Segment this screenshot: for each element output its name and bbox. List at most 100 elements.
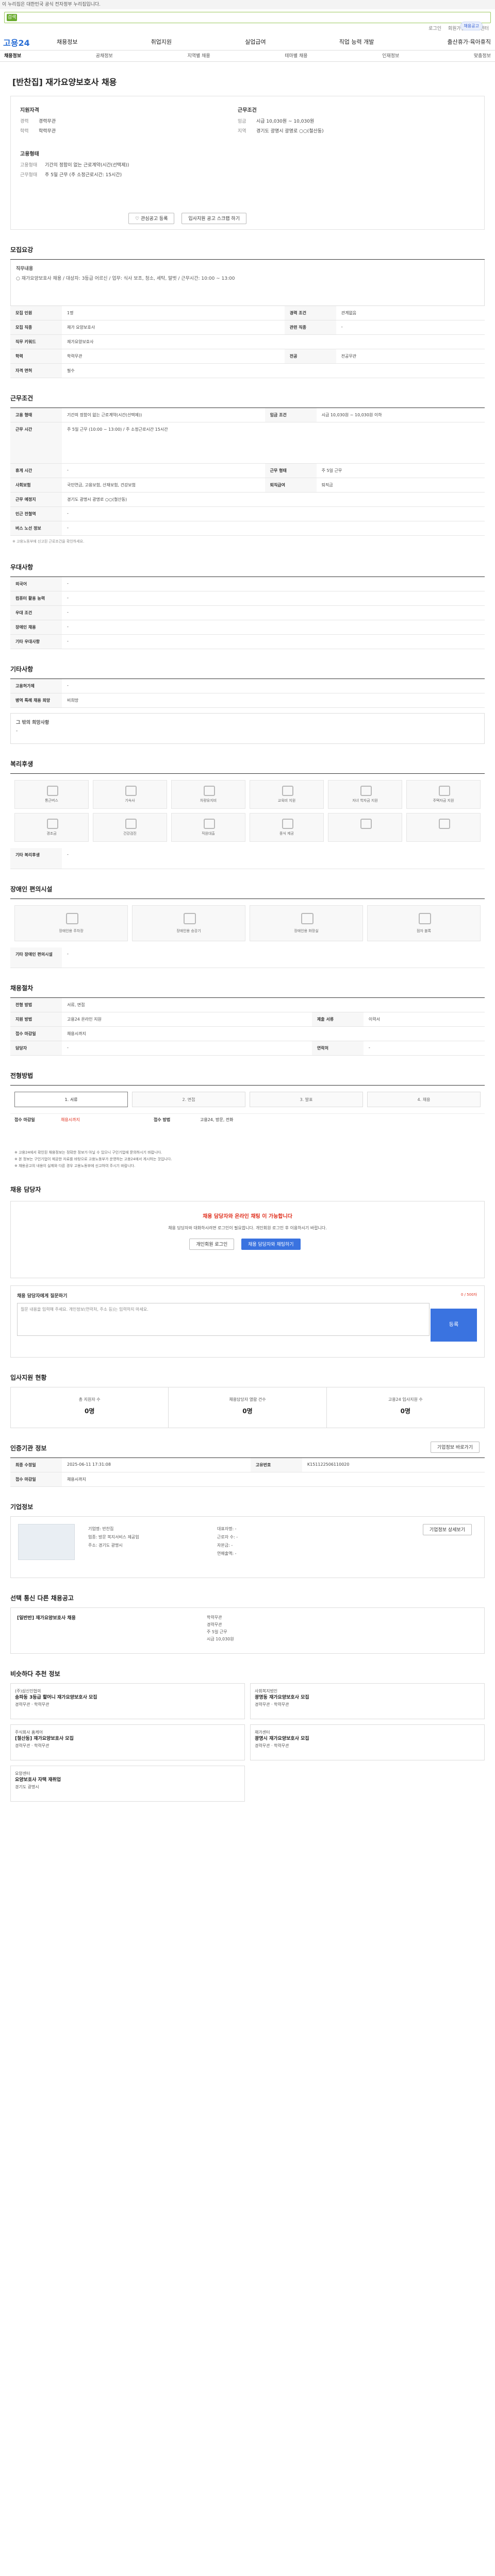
company-detail-button[interactable]: 기업정보 상세보기 <box>422 1524 472 1535</box>
search-input[interactable]: 검색 <box>4 12 491 23</box>
ask-textarea[interactable]: 질문 내용을 입력해 주세요. 개인정보(연락처, 주소 등)는 입력하지 마세… <box>17 1303 430 1336</box>
company-lines2: 대표자명: - 근로자 수: - 자본금: - 연매출액: - <box>217 1525 238 1558</box>
rec-title[interactable]: 광명시 재가요양보호사 모집 <box>255 1736 480 1742</box>
kv-key: 직무 키워드 <box>10 334 62 349</box>
section-title-steps: 전형방법 <box>10 1072 34 1079</box>
welfare-item: 기숙사 <box>93 780 167 809</box>
job-card-meta: 학력무관 경력무관 주 5일 근무 시급 10,030원 <box>207 1614 234 1643</box>
welfare-item: 건강검진 <box>93 813 167 842</box>
steps-extra2-title: 접수 방법 <box>154 1117 171 1122</box>
rec-title[interactable]: 요양보호사 자택 재취업 <box>15 1777 240 1784</box>
notice-list: ※ 고용24에서 확인된 채용정보는 정확한 정보가 아닐 수 있으니 구인기업… <box>10 1149 485 1170</box>
job-meta-line: 주 5일 근무 <box>207 1630 227 1634</box>
rec-item[interactable]: 주식회사 홈케어 [철산동] 재가요양보호사 모집 경력무관 · 학력무관 <box>10 1724 245 1760</box>
other-note-text: - <box>16 728 18 734</box>
process-table: 전형 방법 서류, 면접 지원 방법 고용24 온라인 지원 제출 서류 이력서 접수 … <box>10 998 485 1056</box>
rec-title[interactable]: [철산동] 재가요양보호사 모집 <box>15 1736 240 1742</box>
favorite-button[interactable]: ♡ 관심공고 등록 <box>128 213 175 224</box>
stat-value: 0명 <box>84 1408 95 1415</box>
rec-item[interactable]: 사회복지법인 광명동 재가요양보호사 모집 경력무관 · 학력무관 <box>250 1683 485 1719</box>
step-item: 3. 발표 <box>250 1092 363 1107</box>
kv-key: 담당자 <box>10 1041 62 1056</box>
rec-item[interactable]: 재가센터 광명시 재가요양보호사 모집 경력무관 · 학력무관 <box>250 1724 485 1760</box>
subnav-item-5[interactable]: 맞춤정보 <box>474 50 491 62</box>
subnav-item-0[interactable]: 채용정보 <box>4 50 21 62</box>
gnb-item-leave[interactable]: 출산휴가·육아휴직 <box>447 38 490 46</box>
pref-table: 외국어 - 컴퓨터 활용 능력 - 우대 조건 - 장애인 채용 - 기타 우대사항 - <box>10 577 485 649</box>
summary-left-title: 지원자격 <box>20 108 39 113</box>
notice-item: ※ 채용공고의 내용이 실제와 다른 경우 고용노동부에 신고하여 주시기 바랍… <box>14 1164 136 1168</box>
sum-val: 주 5일 근무 (주 소정근로시간: 15시간) <box>45 173 122 178</box>
kv-val: 시급 10,030원 ~ 10,030원 이하 <box>316 408 485 422</box>
login-button[interactable]: 개인회원 로그인 <box>189 1239 235 1250</box>
kv-key: 고용허가제 <box>10 679 62 693</box>
kv-key: 제출 서류 <box>311 1012 364 1027</box>
login-link[interactable]: 로그인 <box>428 26 441 31</box>
kv-key: 병역 특례 채용 희망 <box>10 693 62 708</box>
kv-key: 기타 복리후생 <box>10 848 62 869</box>
job-card[interactable]: [일반반] 재가요양보호사 채용 학력무관 경력무관 주 5일 근무 시급 10… <box>10 1607 485 1654</box>
welfare-grid: 통근버스 기숙사 차량유지비 교육비 지원 자녀 학자금 지원 주택자금 지원 … <box>10 774 485 848</box>
sum-val: 시급 10,030원 ~ 10,030원 <box>256 119 315 124</box>
kv-key: 사회보험 <box>10 478 62 493</box>
notice-item: ※ 본 정보는 구인기업이 제공한 자료를 바탕으로 고용노동부가 운영하는 고… <box>14 1157 172 1161</box>
company-line: 연매출액: - <box>217 1551 237 1556</box>
section-title-rec: 비슷하다 추천 정보 <box>10 1670 60 1677</box>
kv-key: 인근 전철역 <box>10 506 62 521</box>
rec-title[interactable]: 송파동 3등급 할머니 재가요양보호사 모집 <box>15 1694 240 1701</box>
rec-meta: 경력무관 · 학력무관 <box>255 1702 289 1707</box>
job-card-title[interactable]: [일반반] 재가요양보호사 채용 <box>17 1614 478 1621</box>
subnav-item-1[interactable]: 공채정보 <box>96 50 113 62</box>
kv-key: 기타 장애인 편의시설 <box>10 947 62 968</box>
kv-val: 기간의 정함이 없는 근로계약(시간(선택제)) <box>62 408 265 422</box>
scrap-button[interactable]: 입사지원 공고 스크랩 하기 <box>182 213 246 224</box>
kv-key: 근무 형태 <box>265 463 317 478</box>
rec-title[interactable]: 광명동 재가요양보호사 모집 <box>255 1694 480 1701</box>
kv-key: 자격 면허 <box>10 363 62 378</box>
section-title-job: 선택 통신 다른 채용공고 <box>10 1595 74 1602</box>
conditions-table: 고용 형태 기간의 정함이 없는 근로계약(시간(선택제)) 임금 조건 시급 10,… <box>10 408 485 536</box>
summary-right-title: 근무조건 <box>238 108 257 113</box>
rec-item[interactable]: (주)삼신인협의 송파동 3등급 할머니 재가요양보호사 모집 경력무관 · 학력무… <box>10 1683 245 1719</box>
kv-key: 우대 조건 <box>10 605 62 620</box>
site-logo[interactable]: 고용24 <box>3 36 30 48</box>
section-title-company: 기업정보 <box>10 1503 34 1511</box>
ask-submit-button[interactable]: 등록 <box>431 1309 477 1342</box>
disabled-item: 장애인용 승강기 <box>132 905 245 941</box>
welfare-item: 중식 제공 <box>250 813 324 842</box>
subnav-item-4[interactable]: 인재정보 <box>382 50 399 62</box>
kv-val: K151122506110020 <box>302 1458 485 1472</box>
welfare-item <box>328 813 402 842</box>
subnav-item-2[interactable]: 지역별 채용 <box>187 50 210 62</box>
conditions-section: 고용 형태 기간의 정함이 없는 근로계약(시간(선택제)) 임금 조건 시급 10,… <box>10 408 485 547</box>
rec-item[interactable]: 요양센터 요양보호사 자택 재취업 경기도 광명시 <box>10 1766 245 1802</box>
sum-key: 학력 <box>20 129 29 134</box>
welfare-item: 경조금 <box>14 813 89 842</box>
subnav-item-3[interactable]: 테마별 채용 <box>285 50 307 62</box>
disabled-grid: 장애인용 주차장 장애인용 승강기 장애인용 화장실 점자 블록 <box>10 899 485 947</box>
stat-item: 고용24 입사지원 수 0명 <box>327 1387 484 1428</box>
chat-button[interactable]: 채용 담당자와 채팅하기 <box>241 1239 301 1250</box>
gnb-item-support[interactable]: 취업지원 <box>151 38 172 46</box>
kv-val: 퇴직금 <box>316 478 485 493</box>
kv-val: - <box>62 521 485 536</box>
kv-key: 학력 <box>10 349 62 364</box>
company-line: 주소: 경기도 광명시 <box>88 1543 123 1548</box>
stat-value: 0명 <box>242 1408 253 1415</box>
company-lines: 기업명: 반찬집 업종: 방문 복지서비스 제공업 주소: 경기도 광명시 <box>88 1525 139 1550</box>
disabled-item: 장애인용 화장실 <box>250 905 363 941</box>
kv-val: - <box>62 848 485 869</box>
gnb-item-benefit[interactable]: 실업급여 <box>245 38 266 46</box>
footer-space <box>0 1802 495 1822</box>
gnb-item-jobs[interactable]: 채용정보 <box>57 38 77 46</box>
section-title-conditions: 근무조건 <box>10 395 34 402</box>
gnb-item-training[interactable]: 직업 능력 개발 <box>339 38 374 46</box>
steps-extra: 접수 마감일 채용시까지 접수 방법 고용24, 방문, 전화 <box>10 1113 485 1149</box>
notice-item: ※ 고용24에서 확인된 채용정보는 정확한 정보가 아닐 수 있으니 구인기업… <box>14 1150 162 1155</box>
kv-val: 고용24 온라인 지원 <box>62 1012 312 1027</box>
kv-val: - <box>62 591 485 606</box>
kv-val: 전공무관 <box>336 349 485 364</box>
company-link-button[interactable]: 기업정보 바로가기 <box>430 1442 480 1453</box>
search-pill[interactable]: 검색 <box>7 14 17 21</box>
company-line: 업종: 방문 복지서비스 제공업 <box>88 1535 139 1539</box>
